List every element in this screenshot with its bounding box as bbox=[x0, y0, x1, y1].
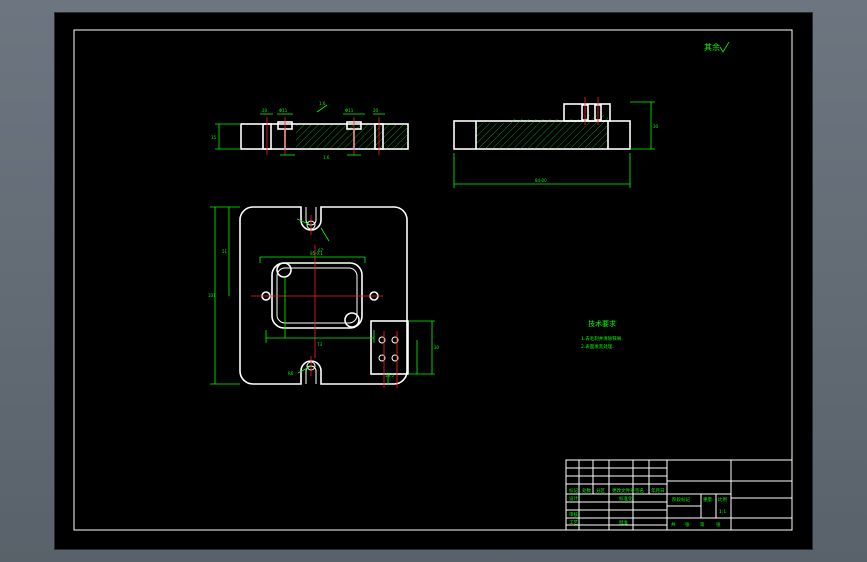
roughness-symbol-icon bbox=[719, 41, 730, 53]
tb-label-scale: 比例 bbox=[718, 496, 727, 503]
svg-text:1.6: 1.6 bbox=[323, 155, 330, 160]
tb-label-sheet: 张 bbox=[716, 521, 721, 528]
svg-text:Φ11: Φ11 bbox=[279, 108, 288, 113]
svg-text:20: 20 bbox=[373, 108, 379, 113]
front-section-view: 20 Φ11 Φ11 20 1.6 1.6 15 bbox=[211, 101, 409, 160]
cad-viewport[interactable]: 其余 20 Φ11 Φ11 20 1.6 1.6 15 84-00 30 101… bbox=[55, 13, 812, 549]
tb-label-signature: 签名 bbox=[635, 487, 644, 494]
tb-label-review: 审核 bbox=[569, 511, 578, 518]
tb-label-stage: 阶段标记 bbox=[672, 496, 690, 503]
svg-text:84-00: 84-00 bbox=[535, 178, 547, 183]
svg-text:20: 20 bbox=[262, 108, 268, 113]
svg-text:30: 30 bbox=[434, 345, 440, 350]
tb-label-sheet-no: 第 bbox=[700, 521, 705, 528]
tb-label-process: 工艺 bbox=[569, 520, 578, 526]
svg-text:30: 30 bbox=[653, 124, 659, 129]
svg-text:101: 101 bbox=[208, 293, 216, 298]
svg-text:51: 51 bbox=[222, 249, 228, 254]
svg-text:73: 73 bbox=[317, 342, 323, 347]
tech-req-title: 技术要求 bbox=[588, 319, 616, 328]
tb-label-count: 处数 bbox=[582, 487, 591, 494]
tb-label-date: 年月日 bbox=[651, 487, 665, 494]
tb-label-weight: 重量 bbox=[703, 496, 712, 503]
svg-text:1.6: 1.6 bbox=[319, 101, 326, 106]
tb-label-approve: 批准 bbox=[619, 519, 628, 526]
tech-req-item: 2.表面发黑处理. bbox=[581, 343, 614, 350]
svg-text:18.5: 18.5 bbox=[385, 373, 394, 378]
tb-label-marker: 标记 bbox=[569, 487, 578, 494]
tb-label-change-doc: 更改文件号 bbox=[612, 487, 635, 494]
drawing-frame bbox=[73, 29, 793, 531]
tb-label-sheets: 张 bbox=[685, 521, 690, 528]
tb-label-standardize: 标准化 bbox=[619, 495, 633, 502]
roughness-note: 其余 bbox=[704, 41, 730, 53]
cad-drawing: 其余 20 Φ11 Φ11 20 1.6 1.6 15 84-00 30 101… bbox=[73, 29, 793, 531]
technical-requirements: 技术要求 1.去毛刺并清除铁屑. 2.表面发黑处理. bbox=[581, 319, 623, 350]
tech-req-item: 1.去毛刺并清除铁屑. bbox=[581, 335, 623, 342]
tb-label-design: 设计 bbox=[569, 495, 578, 502]
plan-view: 101 51 95-0.1 67 73 30 18.5 R6 bbox=[208, 206, 440, 388]
side-section-view: 84-00 30 bbox=[453, 97, 659, 188]
tb-scale-value: 1:1 bbox=[719, 509, 726, 515]
tb-label-zone: 分区 bbox=[596, 487, 605, 494]
svg-text:Φ11: Φ11 bbox=[345, 108, 354, 113]
svg-text:其余: 其余 bbox=[704, 42, 720, 52]
svg-text:R6: R6 bbox=[288, 371, 294, 376]
tb-label-total: 共 bbox=[671, 521, 676, 528]
svg-text:67: 67 bbox=[318, 248, 324, 253]
title-block: 标记 处数 分区 更改文件号 签名 年月日 设计 标准化 审核 工艺 批准 阶段… bbox=[565, 459, 793, 531]
svg-text:15: 15 bbox=[211, 135, 217, 140]
title-block-rows bbox=[566, 460, 667, 530]
